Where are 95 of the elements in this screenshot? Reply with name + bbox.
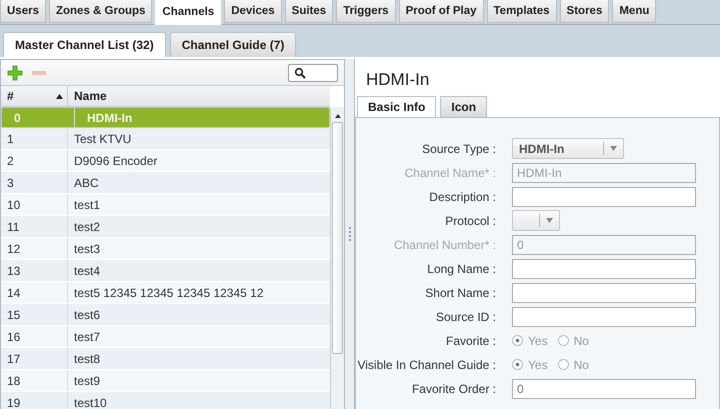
sort-ascending-icon [56, 94, 63, 98]
table-cell: 3 [1, 172, 68, 193]
table-cell: 10 [1, 194, 68, 215]
table-cell: 2 [1, 150, 68, 171]
table-cell: 1 [1, 128, 68, 149]
table-cell-text: ABC [73, 176, 99, 190]
detail-title: HDMI-In [365, 69, 430, 91]
table-cell-text: test7 [73, 330, 100, 344]
main-tab[interactable]: Templates [486, 0, 557, 23]
table-row[interactable]: 1 Test KTVU [1, 128, 330, 150]
scrollbar[interactable] [330, 107, 344, 409]
main-tab[interactable]: Menu [612, 0, 656, 23]
field-label: Channel Name* : [404, 166, 496, 180]
main-tab[interactable]: Stores [560, 0, 610, 23]
main-tab[interactable]: Users [0, 0, 46, 23]
main-tab[interactable]: Proof of Play [398, 0, 484, 23]
field-label: Protocol : [444, 214, 496, 228]
dropdown[interactable]: HDMI-In [512, 138, 624, 159]
sub-tab[interactable]: Master Channel List (32) [3, 32, 166, 57]
table-row[interactable]: 16 test7 [1, 326, 330, 348]
table-cell-text: D9096 Encoder [73, 154, 158, 168]
column-label: # [7, 89, 14, 103]
table-cell: 16 [1, 326, 68, 347]
table-cell-text: test9 [73, 374, 100, 388]
table-cell-text: test5 12345 12345 12345 12345 12 [73, 286, 264, 300]
table-cell-text: test8 [73, 352, 100, 366]
table-cell-text: test6 [73, 308, 100, 322]
table-row[interactable]: 19 test10 [1, 392, 330, 409]
table-cell-text: Test KTVU [73, 132, 132, 146]
input-field[interactable] [512, 282, 696, 302]
table-row[interactable]: 12 test3 [1, 238, 330, 260]
radio-button[interactable] [512, 359, 523, 370]
radio-button[interactable] [512, 335, 523, 346]
table-row[interactable]: 15 test6 [1, 304, 330, 326]
table-cell: 0 [8, 108, 75, 127]
table-cell: 19 [1, 392, 68, 409]
table-cell: 15 [1, 304, 68, 325]
radio-button[interactable] [558, 335, 569, 346]
table-cell: 17 [1, 348, 68, 369]
field-label: Favorite Order : [410, 382, 496, 396]
table-row[interactable]: 11 test2 [1, 216, 330, 238]
search-icon [294, 66, 306, 78]
field-label: Visible In Channel Guide : [356, 358, 496, 372]
input-field[interactable]: 0 [512, 378, 696, 398]
caret-icon [610, 146, 617, 151]
input-field[interactable] [512, 258, 696, 278]
main-tab[interactable]: Channels [155, 0, 222, 25]
sub-tab[interactable]: Channel Guide (7) [170, 32, 296, 57]
table-cell: 14 [1, 282, 68, 303]
table-cell-text: test2 [73, 220, 100, 234]
field-label: Source ID : [434, 310, 496, 324]
field-label: Source Type : [421, 142, 496, 156]
table-cell: 11 [1, 216, 68, 237]
column-header[interactable]: Name [68, 86, 107, 106]
table-row[interactable]: 3 ABC [1, 172, 330, 194]
table-cell: 18 [1, 370, 68, 391]
column-header[interactable]: # [1, 86, 68, 106]
detail-tab[interactable]: Icon [440, 96, 488, 117]
field-label: Favorite : [444, 334, 496, 348]
field-label: Short Name : [424, 286, 496, 300]
table-cell-text: HDMI-In [86, 110, 132, 124]
add-icon[interactable] [7, 64, 23, 80]
radio-label: Yes [528, 358, 548, 372]
table-cell: 12 [1, 238, 68, 259]
scrollbar-thumb[interactable] [332, 122, 343, 354]
table-row[interactable]: 13 test4 [1, 260, 330, 282]
dropdown[interactable] [512, 210, 560, 231]
main-tab[interactable]: Triggers [336, 0, 396, 23]
field-label: Channel Number* : [392, 238, 496, 252]
table-row[interactable]: 14 test5 12345 12345 12345 12345 12 [1, 282, 330, 304]
input-field[interactable] [512, 186, 696, 206]
table-cell-text: test1 [73, 198, 100, 212]
scroll-up-icon[interactable] [334, 114, 340, 118]
splitter-handle[interactable] [345, 59, 354, 409]
radio-label: No [574, 334, 589, 348]
radio-button[interactable] [558, 359, 569, 370]
radio-label: Yes [528, 334, 548, 348]
table-row[interactable]: 18 test9 [1, 370, 330, 392]
main-tab[interactable]: Devices [224, 0, 282, 23]
table-row[interactable]: 10 test1 [1, 194, 330, 216]
table-cell: 13 [1, 260, 68, 281]
table-cell-text: test4 [73, 264, 100, 278]
input-field[interactable] [512, 306, 696, 326]
field-label: Long Name : [426, 262, 496, 276]
table-row[interactable]: 2 D9096 Encoder [1, 150, 330, 172]
main-tab[interactable]: Suites [284, 0, 334, 23]
radio-label: No [574, 358, 589, 372]
search-field[interactable] [288, 64, 338, 82]
table-cell-text: test3 [73, 242, 100, 256]
table-row[interactable]: 17 test8 [1, 348, 330, 370]
caret-icon [546, 218, 553, 223]
field-label: Description : [428, 190, 496, 204]
detail-tab[interactable]: Basic Info [357, 96, 436, 117]
main-tab[interactable]: Zones & Groups [48, 0, 152, 23]
table-cell-text: test10 [73, 396, 107, 409]
